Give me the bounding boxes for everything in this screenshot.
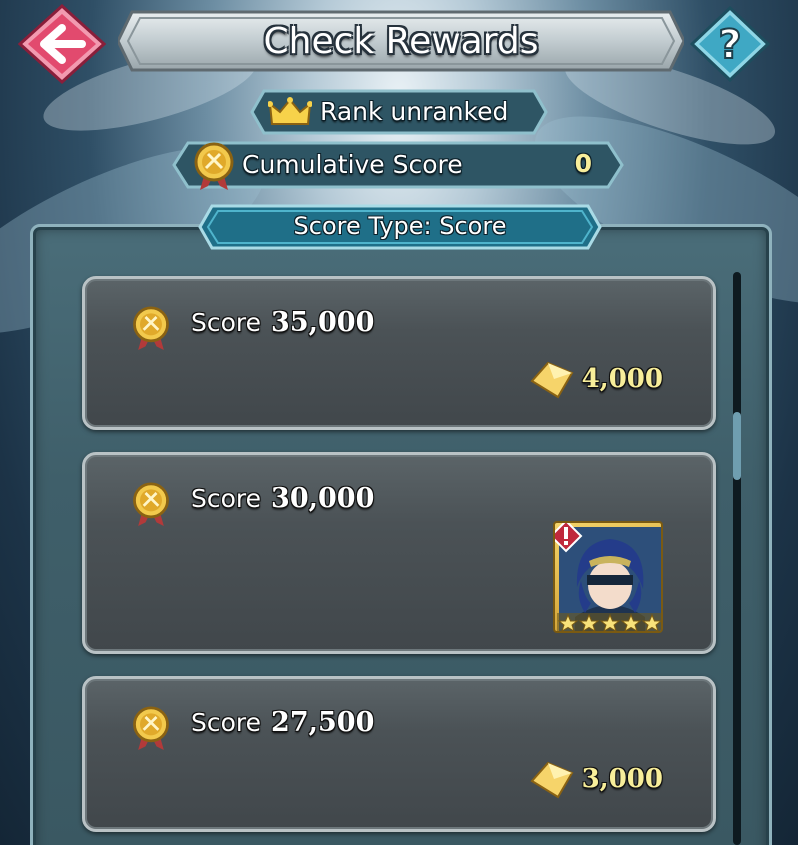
score-medal-icon — [133, 482, 169, 526]
score-medal-icon — [133, 306, 169, 350]
cumulative-score-label: Cumulative Score — [242, 150, 463, 179]
score-medal-icon — [194, 142, 234, 190]
cumulative-score-pill: Cumulative Score 0 — [172, 140, 624, 190]
question-mark-icon: ? — [689, 5, 771, 83]
score-threshold: Score 27,500 — [133, 706, 375, 750]
cumulative-score-value: 0 — [574, 149, 592, 178]
score-label: Score — [191, 708, 262, 737]
reward-orbs: 3,000 — [528, 759, 663, 799]
orb-icon — [530, 761, 574, 799]
reward-card: Score 35,000 4,000 — [82, 276, 716, 430]
rank-label: Rank unranked — [320, 97, 509, 126]
score-label: Score — [191, 484, 262, 513]
alert-icon — [555, 523, 583, 553]
score-value: 27,500 — [271, 707, 375, 738]
crown-icon — [268, 97, 312, 125]
svg-text:?: ? — [718, 22, 741, 68]
reward-value: 3,000 — [581, 764, 663, 794]
score-medal-icon — [133, 706, 169, 750]
score-type-label: Score Type: Score — [293, 212, 507, 240]
score-type-tab[interactable]: Score Type: Score — [198, 203, 602, 251]
score-threshold: Score 35,000 — [133, 306, 375, 350]
score-label: Score — [191, 308, 262, 337]
page-title: Check Rewards — [263, 20, 539, 62]
title-banner: Check Rewards — [118, 6, 684, 76]
score-threshold: Score 30,000 — [133, 482, 375, 526]
reward-card: Score 27,500 3,000 — [82, 676, 716, 832]
score-value: 35,000 — [271, 307, 375, 338]
orb-icon — [530, 361, 574, 399]
reward-card: Score 30,000 — [82, 452, 716, 654]
hero-portrait[interactable] — [553, 521, 663, 633]
scrollbar-track[interactable] — [733, 272, 741, 845]
back-button[interactable] — [17, 3, 107, 85]
rarity-stars — [557, 613, 661, 631]
reward-orbs: 4,000 — [528, 359, 663, 399]
help-button[interactable]: ? — [689, 5, 771, 83]
score-value: 30,000 — [271, 483, 375, 514]
reward-value: 4,000 — [581, 364, 663, 394]
back-arrow-icon — [17, 3, 107, 85]
scrollbar-thumb[interactable] — [733, 412, 741, 480]
rank-pill: Rank unranked — [250, 88, 548, 136]
